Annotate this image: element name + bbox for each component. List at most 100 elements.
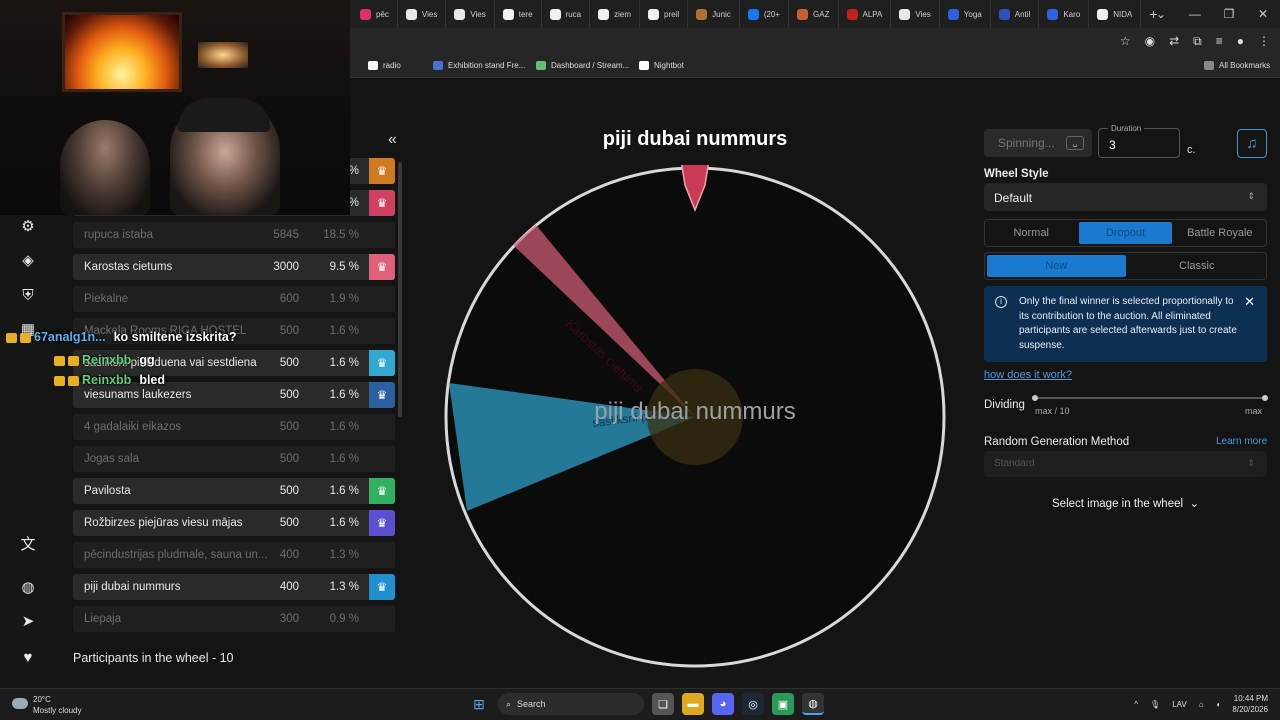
steam-icon[interactable]: ◎ [742,693,764,715]
menu-icon[interactable]: ⋮ [1258,34,1270,49]
wheel-style-select[interactable]: Default ⇕ [984,183,1267,211]
close-icon[interactable]: ✕ [1246,0,1280,28]
chrome-icon[interactable]: ◍ [802,693,824,715]
discord-icon[interactable]: ◕ [712,693,734,715]
layers-icon[interactable]: ◈ [14,246,42,274]
trophy-icon[interactable]: ♛ [369,350,395,376]
browser-tab[interactable]: Antil [991,0,1040,28]
browser-tab[interactable]: NIDA [1089,0,1142,28]
trophy-icon[interactable]: ♛ [369,510,395,536]
learn-more-link[interactable]: Learn more [1216,436,1267,447]
browser-tab[interactable]: Vies [398,0,447,28]
tab-favicon-icon [360,8,371,20]
trophy-icon[interactable]: ♛ [369,158,395,184]
participants-count: Participants in the wheel - 10 [73,651,234,665]
browser-tab[interactable]: ALPA [839,0,892,28]
slider-knob-max[interactable] [1262,395,1268,401]
trophy-icon[interactable]: ♛ [369,382,395,408]
microphone-icon[interactable]: 🎙 [1150,700,1160,709]
select-image-toggle[interactable]: Select image in the wheel ⌄ [1052,496,1199,510]
tab-search-icon[interactable]: ⌄ [1144,0,1178,28]
taskbar-search[interactable]: ⌕ Search [498,693,644,715]
bookmark-item[interactable]: Exhibition stand Fre... [433,61,525,70]
tab-label: ziem [614,9,631,19]
participant-row[interactable]: pēcindustrijas pludmale, sauna un... 400… [73,542,395,568]
browser-tab[interactable]: Vies [891,0,940,28]
close-alert-icon[interactable]: ✕ [1244,294,1255,310]
shield-icon[interactable]: ⛨ [14,281,42,309]
minimize-icon[interactable]: — [1178,0,1212,28]
settings-icon[interactable]: ⚙ [14,212,42,240]
music-button[interactable]: ♫ [1237,129,1267,158]
participant-row[interactable]: Pavilosta 500 1.6 % ♛ [73,478,395,504]
browser-tab[interactable]: (20+ [740,0,790,28]
trophy-icon[interactable]: ♛ [369,254,395,280]
bookmark-item[interactable]: Nightbot [639,61,684,70]
windows-start-icon[interactable]: ⊞ [468,693,490,715]
spin-button[interactable]: Spinning... ␣ [984,129,1092,157]
app-icon[interactable]: ▣ [772,693,794,715]
participants-scrollbar[interactable] [398,162,402,417]
tray-chevron-icon[interactable]: ^ [1134,700,1138,709]
language-indicator[interactable]: LAV [1172,700,1187,709]
collapse-sidebar-icon[interactable]: « [388,131,397,149]
weather-widget[interactable]: 20°C Mostly cloudy [12,694,81,716]
language-icon[interactable]: 文 [14,529,42,557]
network-icon[interactable]: ⌂ [1199,700,1204,709]
bookmark-item[interactable]: Dashboard / Stream... [536,61,629,70]
participant-row[interactable]: Karostas cietums 3000 9.5 % ♛ [73,254,395,280]
participant-row[interactable]: Rožbirzes piejūras viesu mājas 500 1.6 %… [73,510,395,536]
browser-tab[interactable]: ruca [542,0,591,28]
profile-icon[interactable]: ● [1237,34,1244,49]
browser-tab[interactable]: Karo [1039,0,1090,28]
participant-row[interactable]: 4 gadalaiki eikazos 500 1.6 % ♛ [73,414,395,440]
variant-option[interactable]: New [987,255,1126,277]
bookmark-item[interactable]: All Bookmarks [1204,61,1270,70]
task-view-icon[interactable]: ❏ [652,693,674,715]
donate-icon[interactable]: ♥ [14,643,42,671]
puzzle-icon[interactable]: ⧉ [1193,34,1202,49]
browser-tab[interactable]: ziem [590,0,640,28]
extension-icon[interactable]: ◉ [1145,34,1155,49]
browser-tab[interactable]: GAZ [789,0,839,28]
browser-tab[interactable]: pēc [352,0,398,28]
mode-option[interactable]: Dropout [1079,222,1172,244]
media-icon[interactable]: ≡ [1216,34,1223,49]
browser-tab[interactable]: tere [495,0,542,28]
variant-selector: New Classic [984,252,1267,280]
participant-row[interactable]: rupuca istaba 5845 18.5 % ♛ [73,222,395,248]
mode-option[interactable]: Normal [985,220,1077,246]
participant-percent: 0.9 % [329,613,359,625]
variant-option[interactable]: Classic [1128,253,1267,279]
telegram-icon[interactable]: ➤ [14,607,42,635]
trophy-icon[interactable]: ♛ [369,574,395,600]
how-it-works-link[interactable]: how does it work? [984,369,1072,381]
file-explorer-icon[interactable]: ▬ [682,693,704,715]
star-icon[interactable]: ☆ [1120,34,1131,49]
participant-amount: 400 [279,549,299,561]
rng-select[interactable]: Standard ⇕ [984,451,1267,477]
duration-field[interactable]: Duration 3 [1098,124,1180,158]
tab-favicon-icon [1047,8,1059,20]
translate-icon[interactable]: ⇄ [1169,34,1179,49]
dividing-slider[interactable] [1032,395,1268,401]
clock[interactable]: 10:44 PM 8/20/2026 [1232,693,1268,715]
participant-row[interactable]: Liepaja 300 0.9 % ♛ [73,606,395,632]
trophy-icon[interactable]: ♛ [369,190,395,216]
bookmark-item[interactable]: radio [368,61,401,70]
streamer-left [60,120,150,215]
browser-tab[interactable]: Yoga [940,0,991,28]
participant-row[interactable]: piji dubai nummurs 400 1.3 % ♛ [73,574,395,600]
browser-tab[interactable]: preil [640,0,689,28]
browser-tab[interactable]: Vies [446,0,495,28]
participant-row[interactable]: Jogas sala 500 1.6 % ♛ [73,446,395,472]
slider-knob-min[interactable] [1032,395,1038,401]
maximize-icon[interactable]: ❐ [1212,0,1246,28]
participant-row[interactable]: Piekalne 600 1.9 % ♛ [73,286,395,312]
mode-option[interactable]: Battle Royale [1174,220,1266,246]
browser-tab[interactable]: Junic [688,0,740,28]
trophy-icon[interactable]: ♛ [369,478,395,504]
volume-icon[interactable]: ◖ [1216,700,1221,709]
bookmark-icon [536,61,546,70]
github-icon[interactable]: ◍ [14,573,42,601]
